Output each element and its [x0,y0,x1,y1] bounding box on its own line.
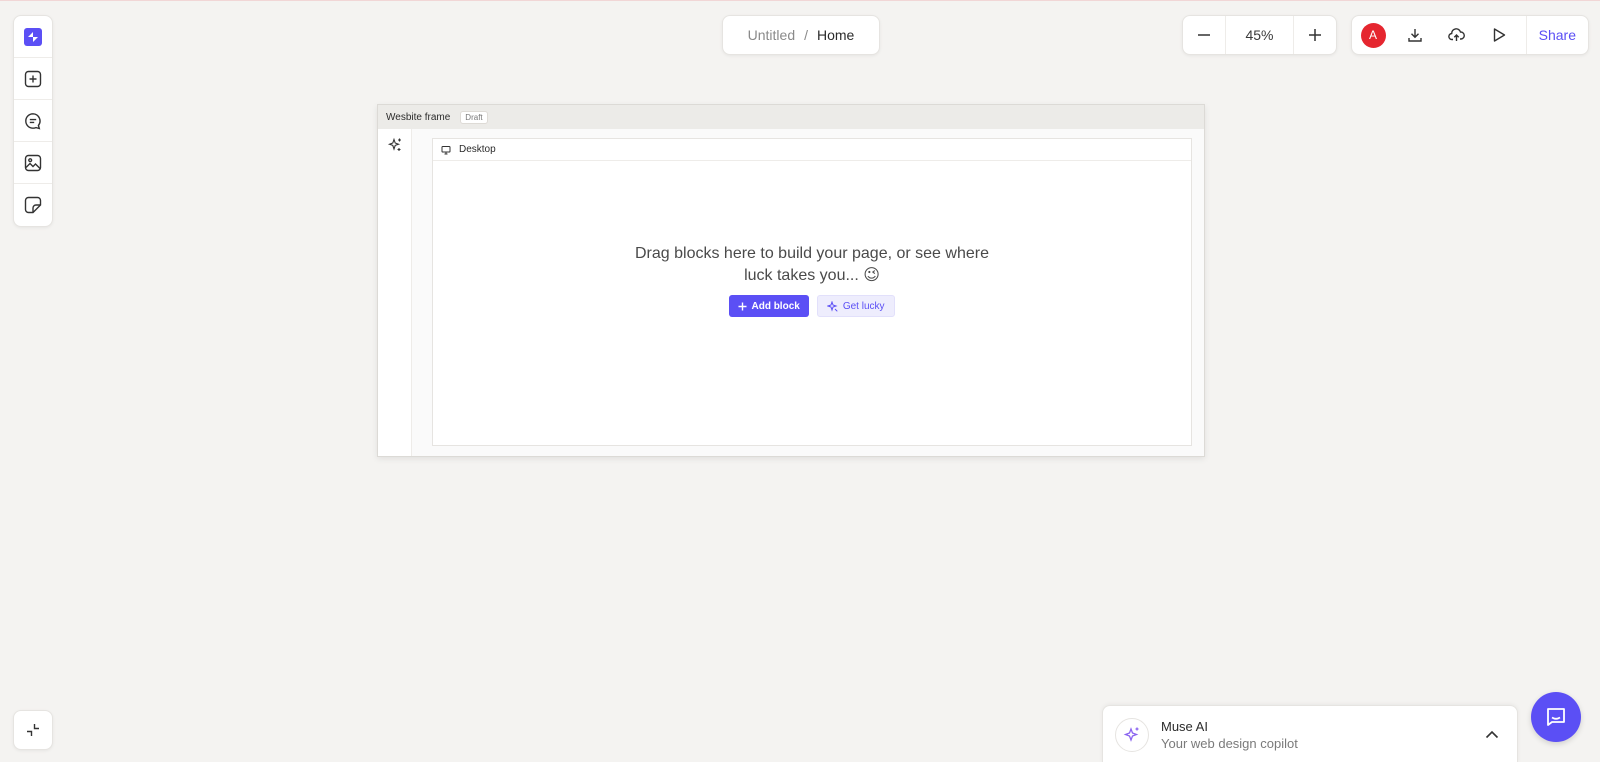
logo-button[interactable] [14,16,52,58]
breadcrumb-project[interactable]: Untitled [748,27,795,43]
user-avatar-button[interactable]: A [1352,16,1394,54]
preview-button[interactable] [1478,16,1520,54]
empty-state-message: Drag blocks here to build your page, or … [635,245,989,284]
monitor-icon [441,145,451,155]
website-frame[interactable]: Wesbite frame Draft Desktop Drag blocks [377,104,1205,457]
breadcrumb: Untitled / Home [722,15,880,55]
image-icon [24,154,42,172]
sparkle-icon [1123,726,1141,744]
frame-sidebar [378,129,412,456]
top-actions: A Share [1351,15,1589,55]
minus-icon [1197,28,1211,42]
zoom-out-button[interactable] [1183,16,1225,54]
frame-title[interactable]: Wesbite frame [386,112,450,123]
empty-state: Drag blocks here to build your page, or … [433,243,1191,317]
canvas-label: Desktop [459,144,496,155]
muse-ai-subtitle: Your web design copilot [1161,735,1298,751]
breadcrumb-separator: / [804,27,808,43]
muse-ai-panel[interactable]: Muse AI Your web design copilot [1102,705,1518,762]
desktop-canvas[interactable]: Desktop Drag blocks here to build your p… [432,138,1192,446]
add-block-button[interactable]: Add block [729,295,809,317]
stickers-button[interactable] [14,184,52,226]
zoom-level[interactable]: 45% [1225,16,1294,54]
images-button[interactable] [14,142,52,184]
collapse-button[interactable] [13,710,53,750]
add-square-icon [24,70,42,88]
frame-header: Wesbite frame Draft [378,105,1204,129]
share-button[interactable]: Share [1525,16,1588,54]
add-block-label: Add block [751,300,800,312]
comments-button[interactable] [14,100,52,142]
download-button[interactable] [1394,16,1436,54]
expand-panel-button[interactable] [1485,730,1499,739]
get-lucky-button[interactable]: Get lucky [816,295,895,317]
sticker-icon [24,196,42,214]
breadcrumb-page[interactable]: Home [817,27,854,43]
collapse-icon [25,722,41,738]
get-lucky-label: Get lucky [842,300,885,312]
muse-ai-title: Muse AI [1161,718,1208,734]
status-badge: Draft [460,110,488,124]
avatar: A [1360,22,1386,48]
canvas-header: Desktop [433,139,1191,161]
chat-bubble-icon [1544,705,1568,729]
publish-button[interactable] [1436,16,1478,54]
cloud-upload-icon [1448,27,1466,43]
plus-icon [738,302,747,311]
support-chat-button[interactable] [1531,692,1581,742]
play-icon [1492,27,1506,43]
magic-wand-icon [826,300,838,312]
ai-sparkle-button[interactable] [387,137,403,153]
sparkle-icon [387,137,403,153]
plus-icon [1308,28,1322,42]
left-toolbar [13,15,53,227]
download-icon [1407,27,1423,43]
chevron-up-icon [1485,730,1499,739]
zoom-in-button[interactable] [1294,16,1336,54]
muse-ai-avatar [1115,717,1149,752]
chat-icon [24,112,42,130]
zoom-controls: 45% [1182,15,1337,55]
add-element-button[interactable] [14,58,52,100]
logo-icon [23,27,43,47]
